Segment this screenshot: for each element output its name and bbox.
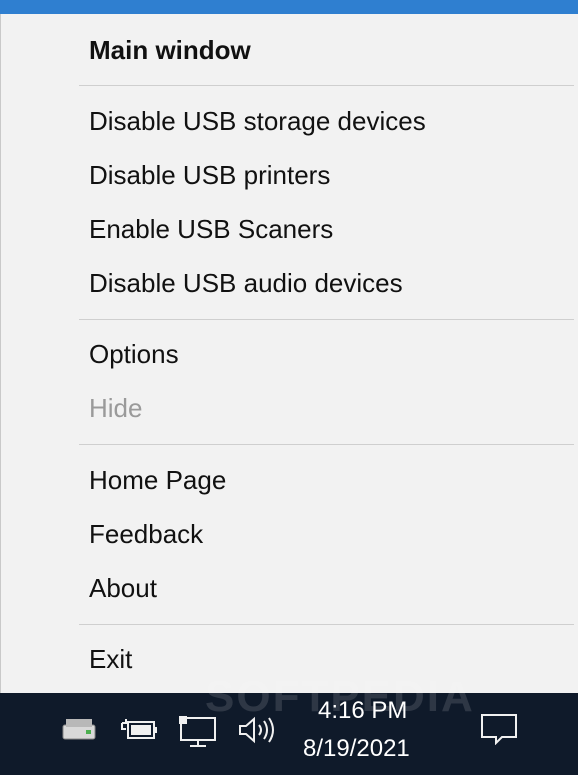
- menu-item-disable-usb-audio[interactable]: Disable USB audio devices: [89, 262, 403, 304]
- menu-item-about[interactable]: About: [89, 567, 157, 609]
- menu-item-hide: Hide: [89, 393, 143, 423]
- menu-separator: [79, 444, 574, 445]
- menu-item-home-page[interactable]: Home Page: [89, 459, 226, 501]
- menu-item-disable-usb-printers[interactable]: Disable USB printers: [89, 154, 330, 196]
- watermark: SOFTPEDIA: [205, 672, 475, 721]
- action-center-icon[interactable]: [480, 713, 518, 746]
- context-menu: Main window Disable USB storage devices …: [0, 14, 578, 693]
- menu-item-feedback[interactable]: Feedback: [89, 513, 203, 555]
- menu-separator: [79, 85, 574, 86]
- menu-item-disable-usb-storage[interactable]: Disable USB storage devices: [89, 100, 426, 142]
- clock-date[interactable]: 8/19/2021: [303, 735, 410, 763]
- menu-separator: [79, 624, 574, 625]
- menu-separator: [79, 319, 574, 320]
- usb-drive-icon[interactable]: [60, 715, 98, 745]
- menu-item-enable-usb-scanners[interactable]: Enable USB Scaners: [89, 208, 333, 250]
- menu-item-exit[interactable]: Exit: [89, 638, 132, 680]
- battery-icon[interactable]: [118, 715, 160, 745]
- desktop-background: [0, 0, 578, 14]
- menu-item-options[interactable]: Options: [89, 333, 179, 375]
- menu-item-main-window[interactable]: Main window: [89, 29, 251, 71]
